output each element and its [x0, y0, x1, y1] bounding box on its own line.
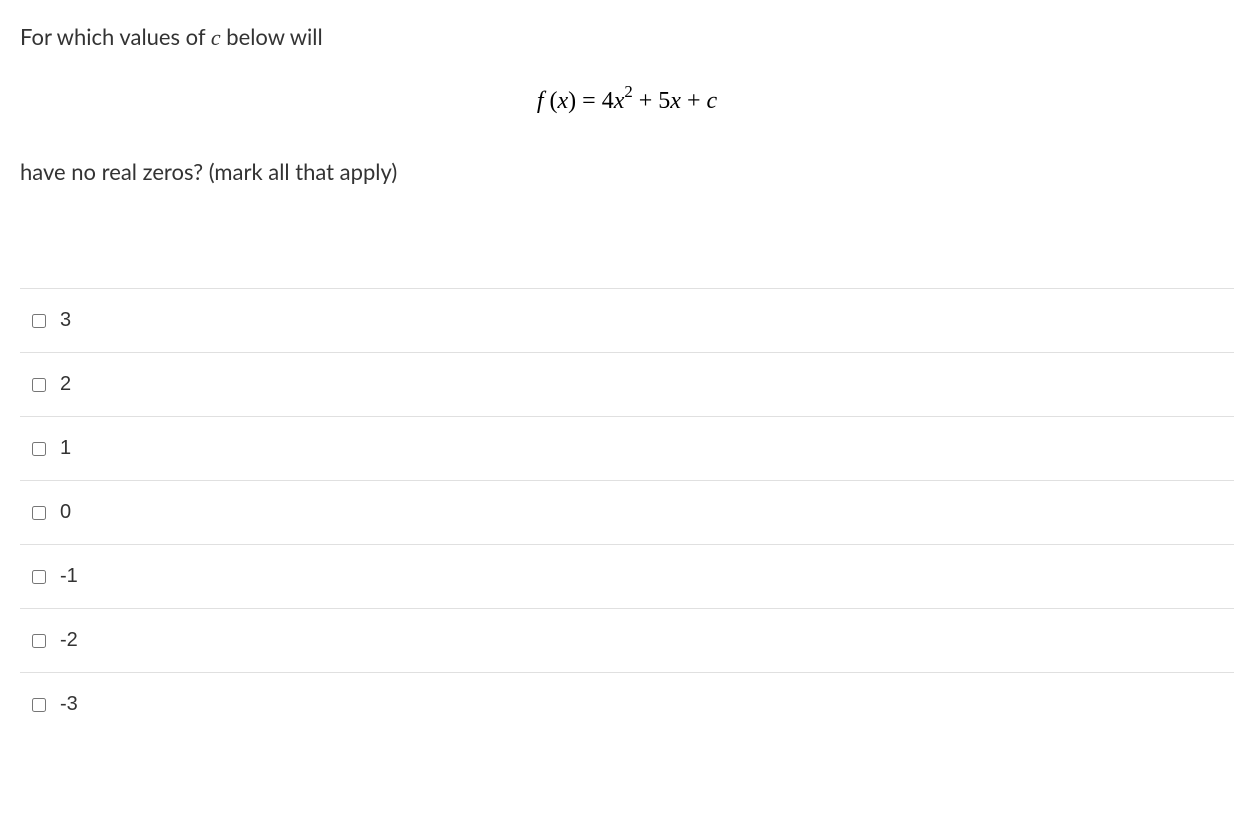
- option-label: 3: [60, 309, 71, 332]
- option-row[interactable]: 0: [20, 480, 1234, 544]
- option-label: -1: [60, 565, 78, 588]
- option-row[interactable]: 3: [20, 288, 1234, 352]
- question-var-c: c: [211, 25, 221, 50]
- option-label: 0: [60, 501, 71, 524]
- question-line-1-part2: below will: [221, 23, 323, 50]
- option-checkbox-0[interactable]: [32, 314, 46, 328]
- option-checkbox-2[interactable]: [32, 442, 46, 456]
- option-checkbox-6[interactable]: [32, 698, 46, 712]
- question-line-1-part1: For which values of: [20, 23, 211, 50]
- option-label: -2: [60, 629, 78, 652]
- option-row[interactable]: -1: [20, 544, 1234, 608]
- option-row[interactable]: 1: [20, 416, 1234, 480]
- option-checkbox-3[interactable]: [32, 506, 46, 520]
- option-checkbox-4[interactable]: [32, 570, 46, 584]
- question-line-1: For which values of c below will: [20, 20, 1234, 54]
- option-checkbox-1[interactable]: [32, 378, 46, 392]
- equation-display: f (x) = 4x2 + 5x + c: [20, 84, 1234, 115]
- question-line-2: have no real zeros? (mark all that apply…: [20, 155, 1234, 188]
- option-label: -3: [60, 693, 78, 716]
- option-row[interactable]: 2: [20, 352, 1234, 416]
- options-list: 3 2 1 0 -1 -2 -3: [20, 288, 1234, 736]
- option-label: 1: [60, 437, 71, 460]
- option-checkbox-5[interactable]: [32, 634, 46, 648]
- option-label: 2: [60, 373, 71, 396]
- option-row[interactable]: -3: [20, 672, 1234, 736]
- option-row[interactable]: -2: [20, 608, 1234, 672]
